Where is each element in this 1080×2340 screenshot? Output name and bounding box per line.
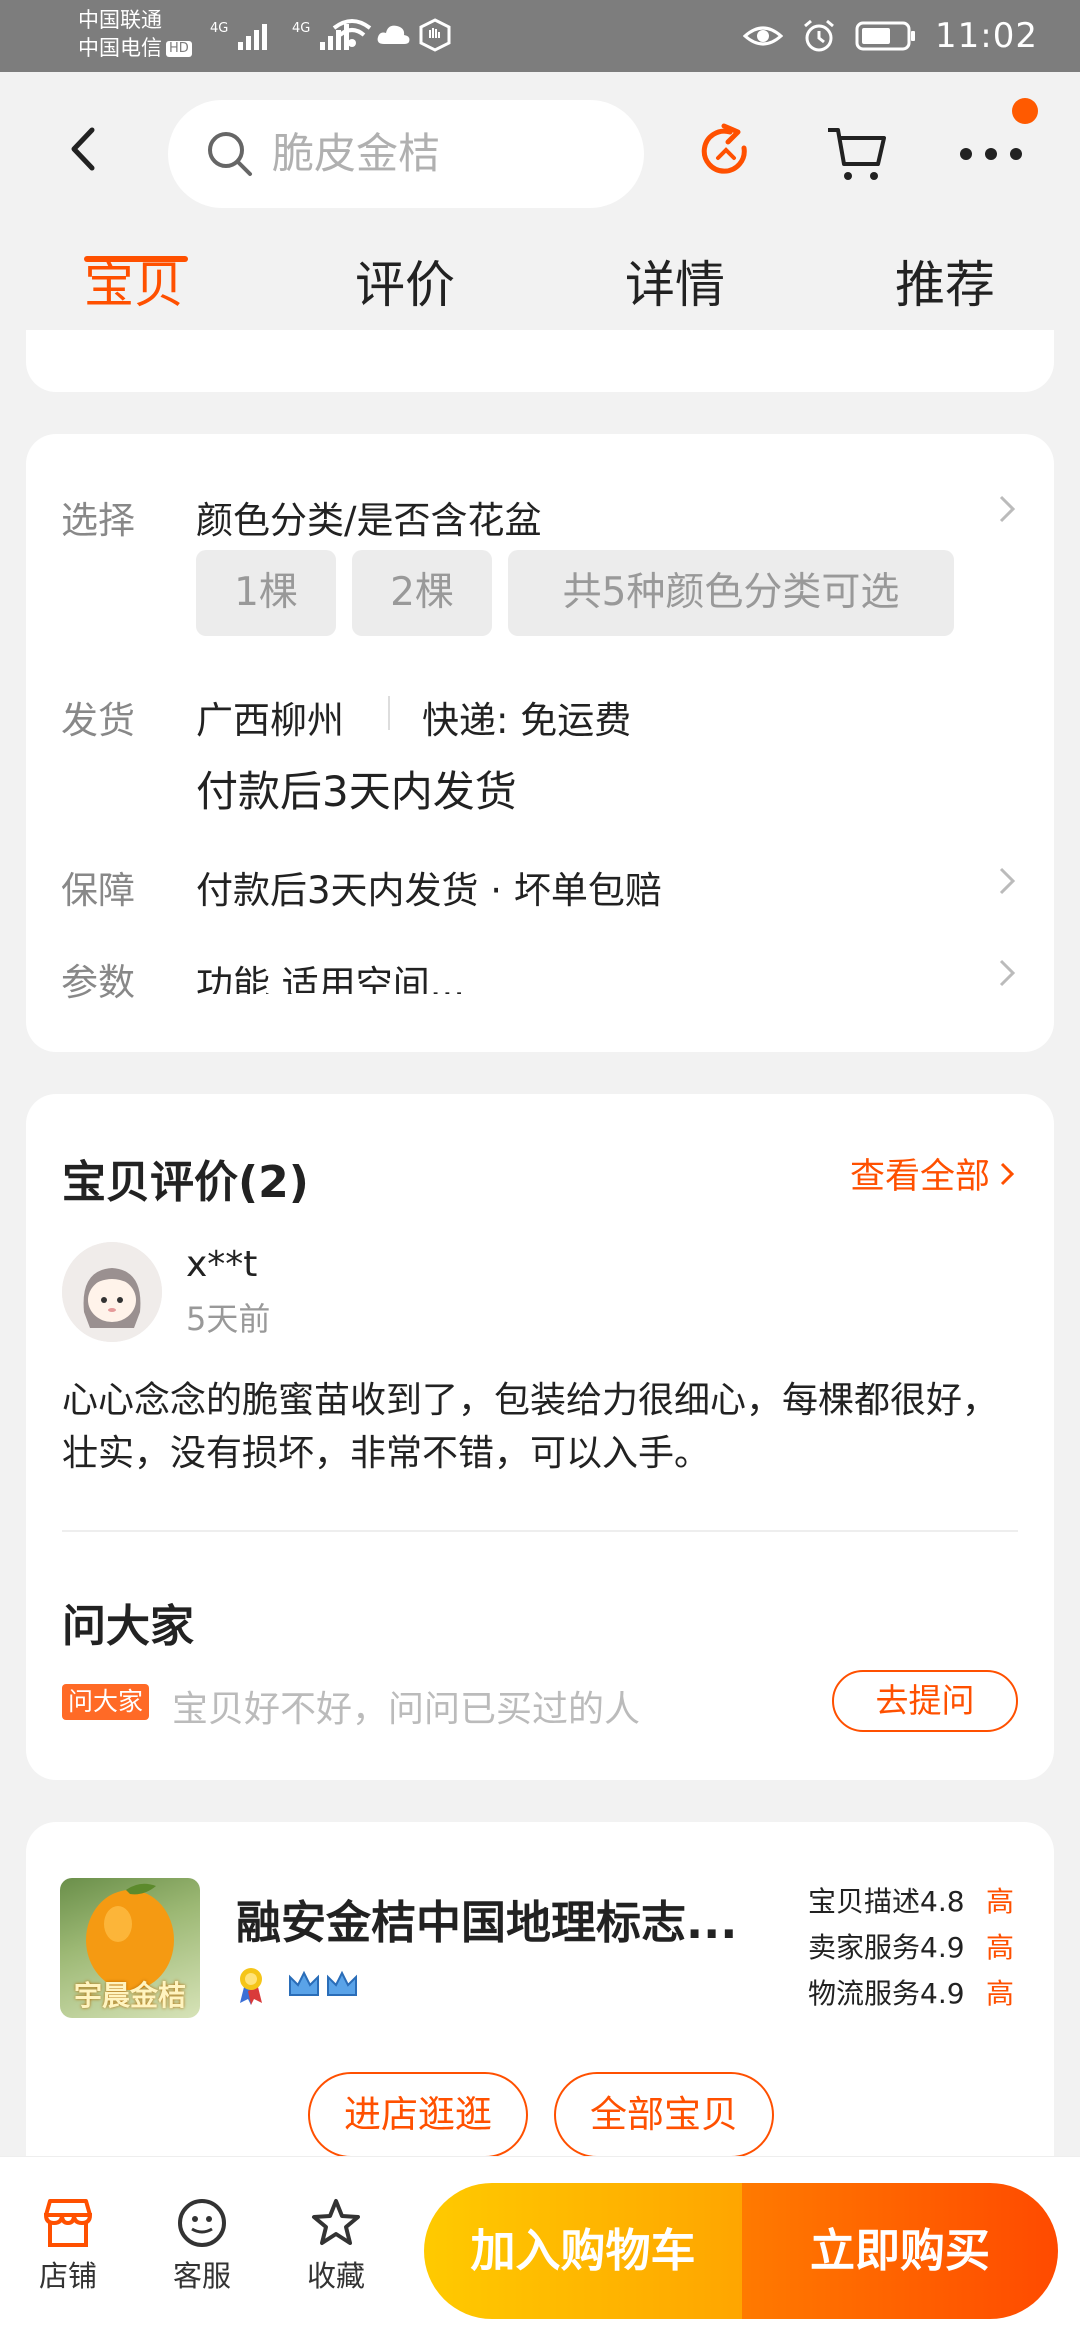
shop-name[interactable]: 融安金桔中国地理标志... (236, 1886, 796, 1951)
params-value[interactable]: 功能 适用空间... (196, 954, 465, 994)
previous-card (26, 330, 1054, 392)
see-all-label: 查看全部 (849, 1157, 990, 1197)
chevron-right-icon[interactable] (998, 866, 1016, 896)
signal-icon: 4G (210, 21, 267, 50)
score-row: 宝贝描述4.8 (808, 1880, 965, 1920)
header: 脆皮金桔 宝贝 评价 详情 推荐 (0, 72, 1080, 357)
divider (62, 1530, 1018, 1532)
wifi-icon (332, 19, 372, 47)
option-chip-more[interactable]: 共5种颜色分类可选 (508, 550, 954, 636)
cloud-icon (377, 25, 410, 44)
buy-now-button[interactable]: 立即购买 (742, 2183, 1058, 2319)
enter-shop-button[interactable]: 进店逛逛 (308, 2072, 528, 2158)
privacy-icon (419, 18, 451, 52)
guarantee-value[interactable]: 付款后3天内发货 · 坏单包赔 (196, 860, 662, 914)
notification-dot (1012, 98, 1038, 124)
shop-tab-label: 店铺 (38, 2259, 97, 2293)
add-to-cart-button[interactable]: 加入购物车 (424, 2183, 742, 2319)
score-label: 物流服务 (808, 1977, 921, 2010)
score-level: 高 (986, 1977, 1015, 2010)
score-label: 宝贝描述 (808, 1885, 921, 1918)
search-input[interactable]: 脆皮金桔 (168, 100, 644, 208)
service-tab-label: 客服 (172, 2259, 231, 2293)
ship-origin: 广西柳州 (196, 699, 344, 742)
crown-icon (289, 1970, 357, 1996)
see-all-link[interactable]: 查看全部 (850, 1148, 1014, 1199)
score-level: 高 (986, 1885, 1015, 1918)
chevron-right-icon (1000, 1162, 1014, 1185)
all-items-button[interactable]: 全部宝贝 (554, 2072, 774, 2158)
medal-icon (240, 1968, 262, 2005)
status-bar: 中国联通 中国电信 HD 4G 4G 11:02 (0, 0, 1080, 72)
tab-details[interactable]: 详情 (585, 250, 765, 320)
ask-hint[interactable]: 宝贝好不好，问问已买过的人 (172, 1680, 640, 1732)
reviewer-name: x**t (186, 1244, 258, 1285)
network-type-1: 4G (210, 21, 228, 36)
bottom-action-bar: 店铺 客服 收藏 加入购物车 立即购买 (0, 2156, 1080, 2340)
params-label: 参数 (61, 961, 135, 1004)
review-card: 宝贝评价(2) 查看全部 x**t 5天前 心心念念的脆蜜苗收到了，包装给力很细… (26, 1094, 1054, 1780)
ask-question-button[interactable]: 去提问 (832, 1670, 1018, 1732)
search-placeholder: 脆皮金桔 (272, 129, 441, 178)
clock-time: 11:02 (935, 16, 1038, 56)
score-label: 卖家服务 (808, 1931, 921, 1964)
shop-tab[interactable]: 店铺 (18, 2197, 118, 2295)
score-row: 卖家服务4.9 (808, 1926, 965, 1966)
score-level: 高 (986, 1931, 1015, 1964)
tab-recommend[interactable]: 推荐 (855, 250, 1035, 320)
battery-icon (855, 21, 916, 51)
alarm-icon (804, 19, 834, 52)
service-icon (178, 2199, 226, 2247)
ship-label: 发货 (61, 699, 135, 742)
option-chip[interactable]: 1棵 (196, 550, 336, 636)
network-type-2: 4G (292, 21, 310, 36)
favorite-tab[interactable]: 收藏 (286, 2197, 386, 2295)
ask-title: 问大家 (62, 1601, 194, 1652)
select-label: 选择 (61, 499, 135, 542)
review-time: 5天前 (186, 1300, 271, 1338)
star-icon (312, 2199, 360, 2245)
carrier-1: 中国联通 (78, 8, 162, 32)
ship-time: 付款后3天内发货 (196, 767, 517, 816)
back-arrow-icon[interactable] (60, 124, 110, 174)
chevron-right-icon[interactable] (998, 958, 1016, 988)
share-refresh-icon[interactable] (694, 120, 758, 184)
tab-reviews[interactable]: 评价 (315, 250, 495, 320)
score-value: 4.9 (920, 1977, 965, 2010)
shop-logo[interactable]: 宇晨金桔 (60, 1878, 200, 2018)
option-chip[interactable]: 2棵 (352, 550, 492, 636)
tab-bar: 宝贝 评价 详情 推荐 (0, 250, 1080, 340)
store-icon (43, 2199, 93, 2247)
carrier-info: 中国联通 中国电信 HD (78, 6, 192, 62)
ship-method: 快递: 免运费 (422, 699, 632, 742)
eye-icon (743, 26, 784, 46)
hd-badge: HD (166, 41, 192, 57)
review-text: 心心念念的脆蜜苗收到了，包装给力很细心，每棵都很好，壮实，没有损坏，非常不错，可… (62, 1380, 999, 1474)
active-tab-indicator (84, 256, 188, 262)
search-icon (208, 132, 252, 176)
status-right: 11:02 (743, 14, 1038, 58)
spec-card: 选择 颜色分类/是否含花盆 1棵 2棵 共5种颜色分类可选 发货 广西柳州 快递… (26, 434, 1054, 1052)
carrier-2: 中国电信 (78, 36, 162, 60)
more-icon[interactable] (956, 142, 1026, 166)
shop-badges (236, 1964, 366, 2006)
ask-badge: 问大家 (62, 1684, 150, 1720)
guarantee-label: 保障 (61, 869, 135, 912)
avatar (62, 1242, 162, 1342)
avatar-image (62, 1242, 162, 1342)
select-value[interactable]: 颜色分类/是否含花盆 (196, 490, 541, 544)
service-tab[interactable]: 客服 (152, 2197, 252, 2295)
score-row: 物流服务4.9 (808, 1972, 965, 2012)
divider (388, 696, 390, 730)
chevron-right-icon[interactable] (998, 494, 1016, 524)
review-title: 宝贝评价(2) (62, 1157, 309, 1208)
shop-logo-text: 宇晨金桔 (73, 1979, 186, 2012)
favorite-tab-label: 收藏 (306, 2259, 365, 2293)
cart-icon[interactable] (826, 124, 888, 184)
score-value: 4.9 (920, 1931, 965, 1964)
score-value: 4.8 (920, 1885, 965, 1918)
